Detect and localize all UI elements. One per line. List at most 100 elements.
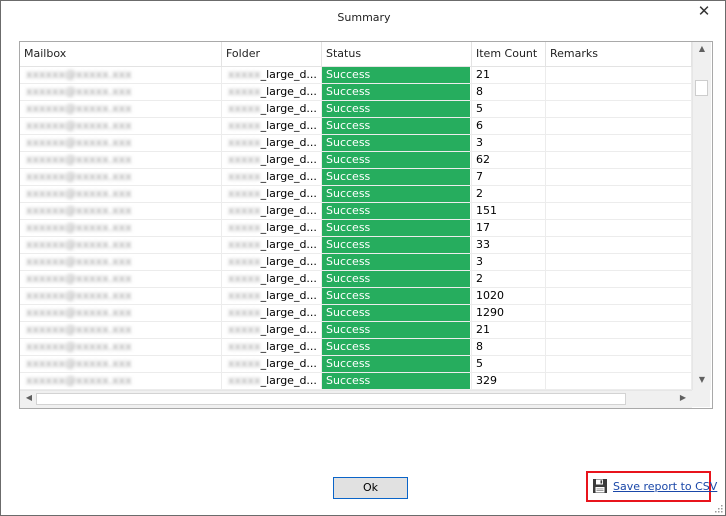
- mailbox-cell: xxxxxx@xxxxx.xxx: [20, 84, 222, 100]
- status-cell: Success: [322, 186, 472, 202]
- item-count-cell: 6: [472, 118, 546, 134]
- table-row[interactable]: xxxxxx@xxxxx.xxx xxxxx_large_d... Success 2: [20, 271, 692, 288]
- table-row[interactable]: xxxxxx@xxxxx.xxx xxxxx_large_d... Success 2: [20, 186, 692, 203]
- mailbox-cell: xxxxxx@xxxxx.xxx: [20, 339, 222, 355]
- item-count-cell: 5: [472, 356, 546, 372]
- table-row[interactable]: xxxxxx@xxxxx.xxx xxxxx_large_d... Success 5: [20, 356, 692, 373]
- remarks-cell: [546, 118, 692, 134]
- column-header-mailbox[interactable]: Mailbox: [20, 42, 222, 66]
- table-row[interactable]: xxxxxx@xxxxx.xxx xxxxx_large_d... Success 1…: [20, 220, 692, 237]
- folder-cell: xxxxx_large_d...: [222, 169, 322, 185]
- item-count-cell: 5: [472, 101, 546, 117]
- status-badge: Success: [322, 101, 470, 117]
- horizontal-scroll-thumb[interactable]: [36, 393, 626, 405]
- folder-prefix-value: xxxxx: [228, 221, 261, 234]
- vertical-scrollbar[interactable]: ▲ ▼: [692, 42, 711, 390]
- table-row[interactable]: xxxxxx@xxxxx.xxx xxxxx_large_d... Success 3: [20, 254, 692, 271]
- remarks-cell: [546, 356, 692, 372]
- remarks-cell: [546, 84, 692, 100]
- vertical-scroll-thumb[interactable]: [695, 80, 708, 96]
- ok-button[interactable]: Ok: [333, 477, 408, 499]
- item-count-cell: 2: [472, 186, 546, 202]
- status-cell: Success: [322, 67, 472, 83]
- status-cell: Success: [322, 254, 472, 270]
- mailbox-value: xxxxxx@xxxxx.xxx: [26, 255, 132, 268]
- table-row[interactable]: xxxxxx@xxxxx.xxx xxxxx_large_d... Success 7: [20, 169, 692, 186]
- column-header-remarks[interactable]: Remarks: [546, 42, 692, 66]
- table-row[interactable]: xxxxxx@xxxxx.xxx xxxxx_large_d... Success 1…: [20, 203, 692, 220]
- remarks-cell: [546, 67, 692, 83]
- folder-cell: xxxxx_large_d...: [222, 288, 322, 304]
- column-header-folder[interactable]: Folder: [222, 42, 322, 66]
- folder-prefix-value: xxxxx: [228, 153, 261, 166]
- mailbox-cell: xxxxxx@xxxxx.xxx: [20, 288, 222, 304]
- mailbox-cell: xxxxxx@xxxxx.xxx: [20, 186, 222, 202]
- folder-prefix-value: xxxxx: [228, 85, 261, 98]
- remarks-cell: [546, 373, 692, 389]
- folder-prefix-value: xxxxx: [228, 68, 261, 81]
- folder-prefix-value: xxxxx: [228, 306, 261, 319]
- table-row[interactable]: xxxxxx@xxxxx.xxx xxxxx_large_d... Success 3…: [20, 373, 692, 390]
- folder-value: _large_d...: [260, 340, 317, 353]
- table-row[interactable]: xxxxxx@xxxxx.xxx xxxxx_large_d... Success 6: [20, 118, 692, 135]
- status-cell: Success: [322, 220, 472, 236]
- mailbox-cell: xxxxxx@xxxxx.xxx: [20, 271, 222, 287]
- folder-prefix-value: xxxxx: [228, 119, 261, 132]
- column-header-item-count[interactable]: Item Count: [472, 42, 546, 66]
- remarks-cell: [546, 288, 692, 304]
- table-row[interactable]: xxxxxx@xxxxx.xxx xxxxx_large_d... Success 8: [20, 84, 692, 101]
- save-csv-highlight: Save report to CSV: [586, 471, 717, 502]
- status-cell: Success: [322, 152, 472, 168]
- mailbox-cell: xxxxxx@xxxxx.xxx: [20, 135, 222, 151]
- mailbox-value: xxxxxx@xxxxx.xxx: [26, 238, 132, 251]
- close-icon[interactable]: ✕: [697, 3, 711, 19]
- folder-prefix-value: xxxxx: [228, 187, 261, 200]
- remarks-cell: [546, 186, 692, 202]
- table-row[interactable]: xxxxxx@xxxxx.xxx xxxxx_large_d... Success 2…: [20, 322, 692, 339]
- folder-value: _large_d...: [260, 170, 317, 183]
- table-row[interactable]: xxxxxx@xxxxx.xxx xxxxx_large_d... Success 3…: [20, 237, 692, 254]
- table-row[interactable]: xxxxxx@xxxxx.xxx xxxxx_large_d... Success 8: [20, 339, 692, 356]
- item-count-cell: 8: [472, 84, 546, 100]
- remarks-cell: [546, 254, 692, 270]
- item-count-cell: 33: [472, 237, 546, 253]
- scroll-up-icon[interactable]: ▲: [693, 44, 711, 53]
- folder-value: _large_d...: [260, 187, 317, 200]
- scroll-down-icon[interactable]: ▼: [693, 375, 711, 384]
- folder-cell: xxxxx_large_d...: [222, 203, 322, 219]
- status-badge: Success: [322, 288, 470, 304]
- status-badge: Success: [322, 186, 470, 202]
- column-header-status[interactable]: Status: [322, 42, 472, 66]
- folder-cell: xxxxx_large_d...: [222, 339, 322, 355]
- mailbox-cell: xxxxxx@xxxxx.xxx: [20, 101, 222, 117]
- mailbox-cell: xxxxxx@xxxxx.xxx: [20, 118, 222, 134]
- mailbox-value: xxxxxx@xxxxx.xxx: [26, 187, 132, 200]
- floppy-disk-icon[interactable]: [592, 478, 608, 494]
- table-row[interactable]: xxxxxx@xxxxx.xxx xxxxx_large_d... Success 5: [20, 101, 692, 118]
- table-row[interactable]: xxxxxx@xxxxx.xxx xxxxx_large_d... Success 6…: [20, 152, 692, 169]
- resize-grip-icon[interactable]: [715, 505, 723, 513]
- status-cell: Success: [322, 288, 472, 304]
- scroll-right-icon[interactable]: ▶: [674, 393, 692, 402]
- table-row[interactable]: xxxxxx@xxxxx.xxx xxxxx_large_d... Success 1…: [20, 288, 692, 305]
- remarks-cell: [546, 305, 692, 321]
- status-badge: Success: [322, 339, 470, 355]
- status-badge: Success: [322, 203, 470, 219]
- table-row[interactable]: xxxxxx@xxxxx.xxx xxxxx_large_d... Success 1…: [20, 305, 692, 322]
- folder-cell: xxxxx_large_d...: [222, 322, 322, 338]
- horizontal-scrollbar[interactable]: ◀ ▶: [20, 390, 692, 408]
- status-cell: Success: [322, 373, 472, 389]
- item-count-cell: 1290: [472, 305, 546, 321]
- grid-header: Mailbox Folder Status Item Count Remarks: [20, 42, 692, 67]
- folder-cell: xxxxx_large_d...: [222, 271, 322, 287]
- folder-value: _large_d...: [260, 272, 317, 285]
- table-row[interactable]: xxxxxx@xxxxx.xxx xxxxx_large_d... Success 2…: [20, 67, 692, 84]
- save-report-csv-link[interactable]: Save report to CSV: [613, 480, 717, 493]
- folder-prefix-value: xxxxx: [228, 204, 261, 217]
- mailbox-value: xxxxxx@xxxxx.xxx: [26, 374, 132, 387]
- folder-cell: xxxxx_large_d...: [222, 67, 322, 83]
- status-badge: Success: [322, 84, 470, 100]
- folder-value: _large_d...: [260, 68, 317, 81]
- table-row[interactable]: xxxxxx@xxxxx.xxx xxxxx_large_d... Success 3: [20, 135, 692, 152]
- folder-prefix-value: xxxxx: [228, 102, 261, 115]
